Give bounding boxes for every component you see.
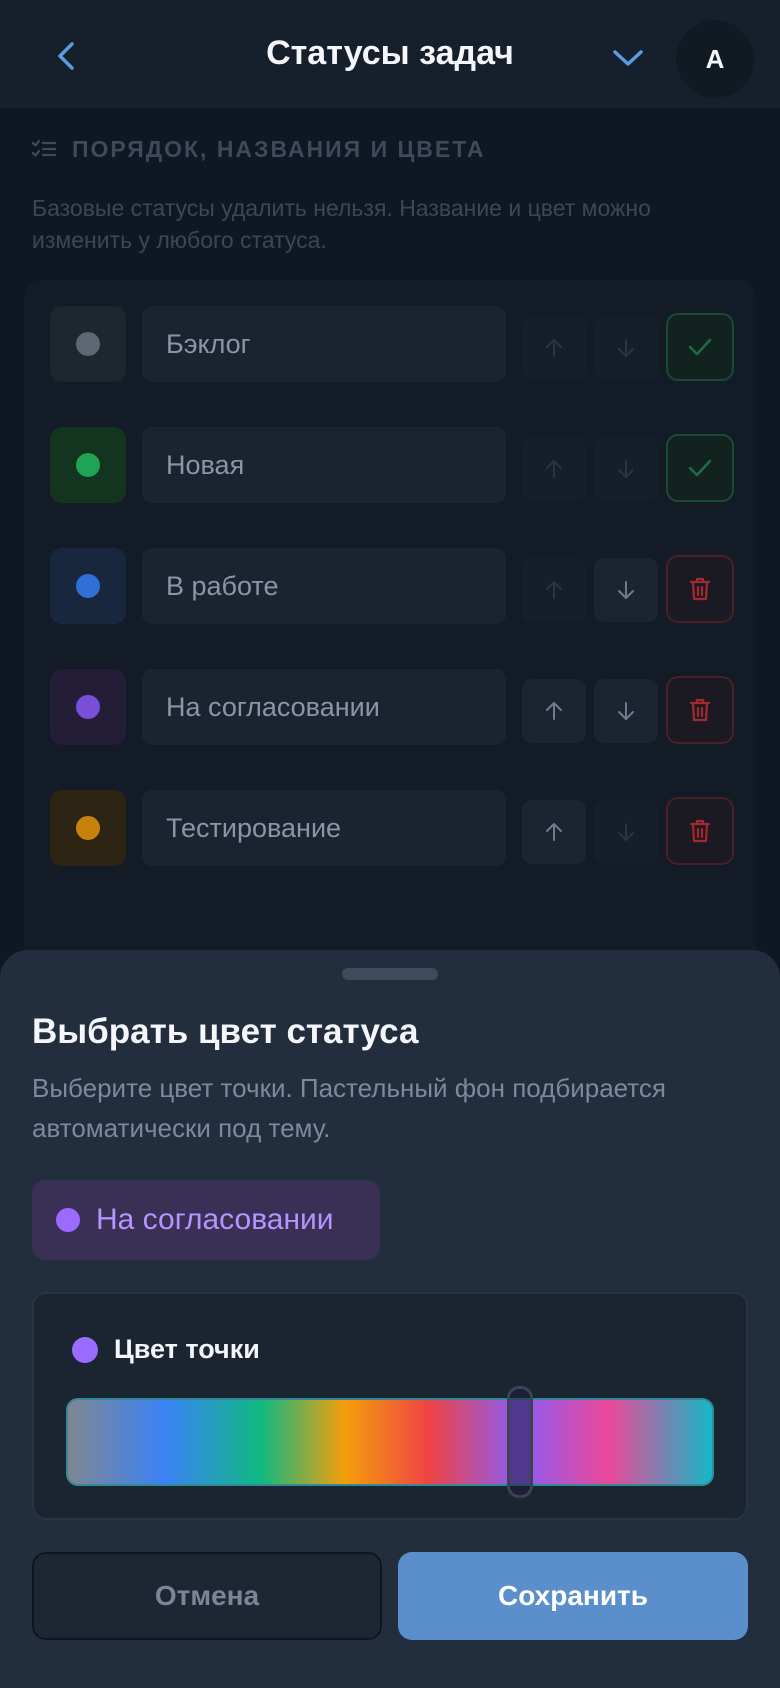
arrow-up-icon xyxy=(546,460,562,478)
delete-status-button[interactable] xyxy=(666,797,734,865)
status-color-swatch[interactable] xyxy=(50,306,126,382)
section-header: ПОРЯДОК, НАЗВАНИЯ И ЦВЕТА xyxy=(32,136,485,163)
base-status-check-button[interactable] xyxy=(666,434,734,502)
move-up-button[interactable] xyxy=(522,679,586,743)
arrow-down-icon xyxy=(618,339,634,357)
move-down-button[interactable] xyxy=(594,558,658,622)
section-description: Базовые статусы удалить нельзя. Название… xyxy=(32,195,651,253)
avatar[interactable]: A xyxy=(676,20,754,98)
delete-status-button[interactable] xyxy=(666,676,734,744)
status-row: В работе xyxy=(50,545,734,624)
dot-color-box: Цвет точки xyxy=(32,1292,748,1520)
status-row: Новая xyxy=(50,424,734,503)
move-up-button[interactable] xyxy=(522,437,586,501)
selected-color-dot xyxy=(72,1336,98,1363)
app-header: Статусы задач A xyxy=(0,0,780,108)
hue-slider[interactable] xyxy=(66,1398,714,1486)
status-list-panel xyxy=(24,280,756,980)
dot-color-header: Цвет точки xyxy=(72,1334,260,1365)
move-up-button[interactable] xyxy=(522,558,586,622)
status-name-input[interactable]: Тестирование xyxy=(142,790,506,866)
arrow-down-icon xyxy=(618,581,634,599)
arrow-up-icon xyxy=(546,702,562,720)
sheet-title: Выбрать цвет статуса xyxy=(32,1012,419,1051)
status-color-swatch[interactable] xyxy=(50,548,126,624)
save-button[interactable]: Сохранить xyxy=(398,1552,748,1640)
status-color-swatch[interactable] xyxy=(50,669,126,745)
arrow-down-icon xyxy=(618,823,634,841)
sheet-grabber[interactable] xyxy=(342,968,438,980)
move-up-button[interactable] xyxy=(522,800,586,864)
status-row: Бэклог xyxy=(50,303,734,382)
status-row: Тестирование xyxy=(50,787,734,866)
status-name-input[interactable]: На согласовании xyxy=(142,669,506,745)
status-color-dot xyxy=(76,695,100,719)
color-picker-sheet: Выбрать цвет статуса Выберите цвет точки… xyxy=(0,950,780,1688)
base-status-check-button[interactable] xyxy=(666,313,734,381)
page-title: Статусы задач xyxy=(266,34,514,72)
preview-dot xyxy=(56,1208,80,1232)
move-down-button[interactable] xyxy=(594,316,658,380)
arrow-up-icon xyxy=(546,581,562,599)
checklist-icon xyxy=(32,139,56,157)
arrow-down-icon xyxy=(618,702,634,720)
chevron-down-icon xyxy=(613,50,643,66)
trash-icon xyxy=(689,819,711,843)
move-up-button[interactable] xyxy=(522,316,586,380)
cancel-button[interactable]: Отмена xyxy=(32,1552,382,1640)
status-name-input[interactable]: Новая xyxy=(142,427,506,503)
status-color-dot xyxy=(76,574,100,598)
status-row: На согласовании xyxy=(50,666,734,745)
trash-icon xyxy=(689,698,711,722)
arrow-down-icon xyxy=(618,460,634,478)
arrow-up-icon xyxy=(546,339,562,357)
status-name-input[interactable]: Бэклог xyxy=(142,306,506,382)
arrow-up-icon xyxy=(546,823,562,841)
preview-label: На согласовании xyxy=(96,1203,334,1236)
status-color-swatch[interactable] xyxy=(50,427,126,503)
status-color-swatch[interactable] xyxy=(50,790,126,866)
move-down-button[interactable] xyxy=(594,679,658,743)
status-name-input[interactable]: В работе xyxy=(142,548,506,624)
section-title: ПОРЯДОК, НАЗВАНИЯ И ЦВЕТА xyxy=(72,136,486,162)
check-icon xyxy=(688,338,712,356)
status-color-dot xyxy=(76,332,100,356)
status-color-dot xyxy=(76,453,100,477)
sheet-description: Выберите цвет точки. Пастельный фон подб… xyxy=(32,1073,666,1143)
move-down-button[interactable] xyxy=(594,800,658,864)
dot-color-label: Цвет точки xyxy=(114,1334,260,1364)
status-preview-chip: На согласовании xyxy=(32,1180,380,1260)
status-color-dot xyxy=(76,816,100,840)
header-menu-button[interactable] xyxy=(606,36,650,80)
hue-slider-thumb[interactable] xyxy=(506,1386,533,1498)
trash-icon xyxy=(689,577,711,601)
check-icon xyxy=(688,459,712,477)
move-down-button[interactable] xyxy=(594,437,658,501)
delete-status-button[interactable] xyxy=(666,555,734,623)
